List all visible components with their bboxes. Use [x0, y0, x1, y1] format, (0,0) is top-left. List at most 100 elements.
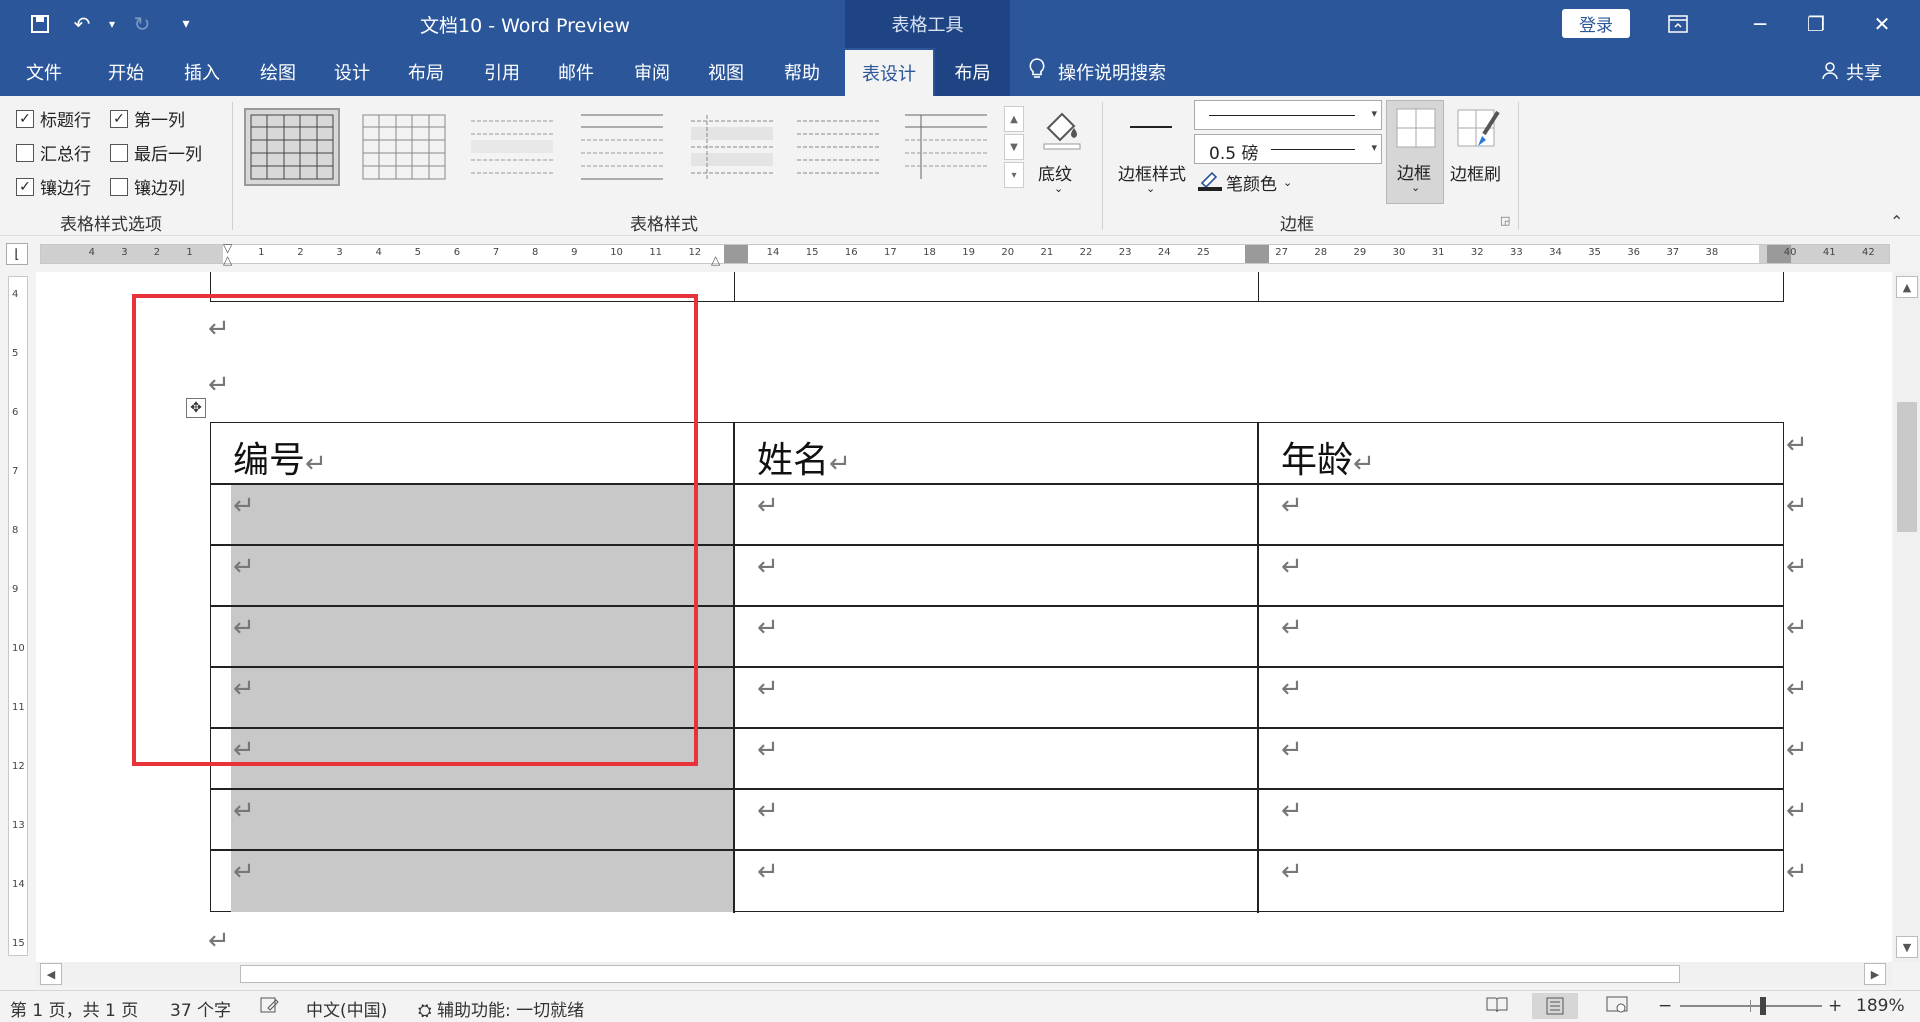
zoom-in-icon[interactable]: + [1828, 996, 1842, 1016]
print-layout-icon[interactable] [1532, 993, 1578, 1019]
document-page[interactable]: ↵ ↵ ✥ 编号↵ 姓名↵ 年龄↵ ↵ ↵ ↵ ↵ ↵ ↵ ↵ ↵ ↵ ↵ ↵ ↵ ↵ ↵ ↵ ↵ ↵ ↵ ↵ ↵ ↵ [36, 272, 1892, 962]
right-indent-icon[interactable]: △ [711, 253, 720, 267]
pen-color-button[interactable]: 笔颜色 ⌄ [1198, 168, 1292, 196]
row-end-mark-icon: ↵ [1786, 674, 1808, 704]
borders-dialog-launcher-icon[interactable]: ◲ [1500, 214, 1510, 227]
table-style-plain-5[interactable] [790, 108, 886, 186]
tab-table-design[interactable]: 表设计 [845, 50, 933, 96]
scroll-right-icon[interactable]: ▶ [1864, 963, 1886, 985]
first-column-checkbox[interactable]: ✓ 第一列 [110, 106, 185, 131]
gallery-scroll-down-icon[interactable]: ▼ [1004, 134, 1024, 160]
ruler-column-marker[interactable] [724, 245, 748, 263]
table-style-plain-4[interactable] [684, 108, 780, 186]
banded-rows-label: 镶边行 [40, 179, 91, 199]
pen-weight-select[interactable]: 0.5 磅 ▾ [1194, 134, 1382, 164]
tab-selector-icon[interactable]: ⌊ [6, 243, 28, 265]
ruler-tick-label: 21 [1040, 247, 1054, 258]
border-painter-button[interactable]: 边框刷 [1448, 102, 1510, 202]
ruler-tick-label: 19 [962, 247, 975, 258]
hanging-indent-icon[interactable]: △ [223, 253, 232, 267]
tab-layout[interactable]: 布局 [390, 48, 462, 96]
tab-home[interactable]: 开始 [90, 48, 162, 96]
vertical-ruler[interactable]: 4 5 6 7 8 9 10 11 12 13 14 15 [8, 276, 28, 956]
tab-draw[interactable]: 绘图 [242, 48, 314, 96]
read-mode-icon[interactable] [1486, 996, 1508, 1019]
header-cell-name[interactable]: 姓名↵ [757, 431, 851, 483]
table-style-grid[interactable] [244, 108, 340, 186]
ribbon-display-icon[interactable] [1648, 6, 1708, 42]
horizontal-ruler[interactable]: ▽ △ △ 4 3 2 1 1 2 3 4 5 6 7 8 9 10 11 12 14 15 16 17 18 19 20 2… [40, 241, 1890, 267]
banded-columns-checkbox[interactable]: 镶边列 [110, 174, 185, 199]
restore-icon[interactable]: ❐ [1786, 6, 1846, 42]
style-options-group-label: 表格样式选项 [60, 215, 162, 235]
header-row-checkbox[interactable]: ✓ 标题行 [16, 106, 91, 131]
tab-view[interactable]: 视图 [690, 48, 762, 96]
horizontal-scroll-thumb[interactable] [240, 965, 1680, 983]
page-indicator[interactable]: 第 1 页，共 1 页 [10, 996, 138, 1021]
zoom-out-icon[interactable]: − [1658, 996, 1672, 1016]
accessibility-status[interactable]: ⛭ 辅助功能: 一切就绪 [418, 996, 584, 1021]
close-icon[interactable]: ✕ [1852, 6, 1912, 42]
ruler-tick-label: 38 [1705, 247, 1719, 258]
zoom-slider-thumb[interactable] [1760, 997, 1766, 1015]
row-end-mark-icon: ↵ [1786, 552, 1808, 582]
border-styles-button[interactable]: 边框样式 ⌄ [1112, 102, 1188, 202]
tab-help[interactable]: 帮助 [766, 48, 838, 96]
save-icon[interactable] [24, 8, 56, 40]
scroll-up-icon[interactable]: ▲ [1896, 276, 1918, 298]
total-row-checkbox[interactable]: 汇总行 [16, 140, 91, 165]
customize-qat-icon[interactable]: ▾ [170, 8, 202, 40]
person-icon [1820, 60, 1840, 85]
table-style-plain-6[interactable] [898, 108, 994, 186]
header-cell-age[interactable]: 年龄↵ [1281, 431, 1375, 483]
cell-end-mark-icon: ↵ [757, 674, 779, 704]
shading-button[interactable]: 底纹 ⌄ [1034, 102, 1090, 202]
ruler-column-marker[interactable] [1245, 245, 1269, 263]
highlight-box [132, 294, 698, 766]
share-button[interactable]: 共享 [1820, 48, 1882, 96]
last-column-checkbox[interactable]: 最后一列 [110, 140, 202, 165]
document-canvas[interactable]: ↵ ↵ ✥ 编号↵ 姓名↵ 年龄↵ ↵ ↵ ↵ ↵ ↵ ↵ ↵ ↵ ↵ ↵ ↵ ↵ ↵ ↵ ↵ ↵ ↵ ↵ ↵ ↵ ↵ [36, 272, 1892, 962]
word-count[interactable]: 37 个字 [170, 996, 231, 1021]
table-style-plain-3[interactable] [574, 108, 670, 186]
tab-mailings[interactable]: 邮件 [540, 48, 612, 96]
undo-dropdown-icon[interactable]: ▾ [96, 8, 128, 40]
pen-weight-line [1271, 149, 1355, 150]
banded-rows-checkbox[interactable]: ✓ 镶边行 [16, 174, 91, 199]
tab-table-layout[interactable]: 布局 [935, 48, 1010, 96]
gallery-more-icon[interactable]: ▾ [1004, 162, 1024, 188]
table-style-plain-2[interactable] [464, 108, 560, 186]
border-styles-dropdown-icon: ⌄ [1146, 182, 1156, 195]
tab-insert[interactable]: 插入 [166, 48, 238, 96]
scroll-down-icon[interactable]: ▼ [1896, 936, 1918, 958]
login-button[interactable]: 登录 [1562, 9, 1630, 38]
web-layout-icon[interactable] [1606, 996, 1628, 1019]
collapse-ribbon-icon[interactable]: ⌃ [1890, 212, 1903, 231]
tab-design[interactable]: 设计 [316, 48, 388, 96]
tab-references[interactable]: 引用 [466, 48, 538, 96]
undo-icon[interactable]: ↶ [66, 8, 98, 40]
borders-button[interactable]: 边框 ⌄ [1386, 100, 1444, 204]
vertical-scroll-thumb[interactable] [1897, 402, 1917, 532]
ruler-tick-label: 14 [766, 247, 780, 258]
tab-file[interactable]: 文件 [12, 48, 76, 96]
zoom-slider[interactable] [1680, 997, 1822, 1015]
pen-color-label: 笔颜色 [1226, 174, 1277, 195]
pen-style-select[interactable]: ▾ [1194, 100, 1382, 130]
table-style-plain-1[interactable] [356, 108, 452, 186]
tell-me-search[interactable]: 操作说明搜索 [1028, 48, 1166, 96]
accessibility-icon: ⛭ [418, 1001, 432, 1021]
scroll-left-icon[interactable]: ◀ [40, 963, 62, 985]
zoom-level[interactable]: 189% [1856, 996, 1905, 1016]
tab-review[interactable]: 审阅 [616, 48, 688, 96]
checkbox-checked-icon: ✓ [110, 109, 128, 128]
vertical-scrollbar[interactable]: ▲ ▼ [1894, 272, 1920, 962]
redo-icon[interactable]: ↻ [126, 8, 158, 40]
minimize-icon[interactable]: ─ [1730, 6, 1790, 42]
ruler-tick-label: 27 [1275, 247, 1288, 258]
gallery-scroll-up-icon[interactable]: ▲ [1004, 106, 1024, 132]
proofing-icon[interactable] [260, 996, 280, 1019]
language-indicator[interactable]: 中文(中国) [306, 996, 387, 1021]
horizontal-scrollbar[interactable]: ◀ ▶ [36, 962, 1892, 986]
ruler-area: ⌊ ▽ △ △ 4 3 2 1 1 2 3 4 5 6 7 8 9 10 11 12 14 15 16 17 18 19 2… [0, 236, 1920, 272]
